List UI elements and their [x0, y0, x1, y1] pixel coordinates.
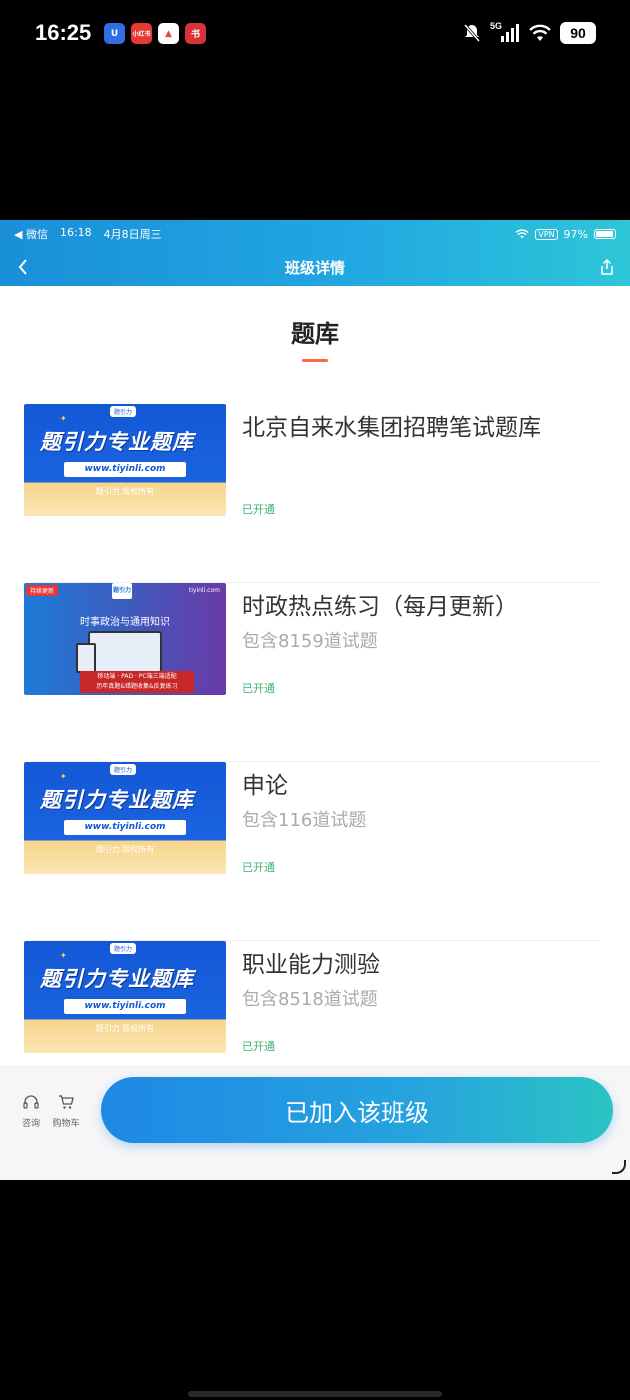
cellular-signal-icon	[501, 24, 519, 42]
network-type-label: 5G	[489, 21, 502, 31]
course-thumbnail: ✦ 题引力 题引力专业题库 www.tiyinli.com 题引力 版权所有	[24, 941, 226, 1053]
thumbnail-url: www.tiyinli.com	[64, 820, 186, 835]
inner-clock: 16:18	[59, 226, 92, 239]
question-bank-list: ✦ 题引力 题引力专业题库 www.tiyinli.com 题引力 版权所有 北…	[0, 404, 630, 1120]
wifi-icon	[529, 24, 551, 41]
wifi-icon	[515, 229, 529, 239]
item-title: 北京自来水集团招聘笔试题库	[242, 415, 541, 441]
notification-app-icons: U 小红书 ▲ 书	[104, 23, 206, 44]
item-title: 职业能力测验	[242, 952, 380, 978]
feature-banner: 移动端 · PAD · PC端三端适配 历年真题&错题收集&反复练习	[80, 671, 194, 693]
navigation-bar: 班级详情	[0, 250, 630, 284]
status-badge: 已开通	[242, 682, 275, 695]
brand-logo: 题引力	[112, 583, 132, 599]
return-to-app-link[interactable]: ◀ 微信	[14, 226, 48, 242]
phone-frame: 16:25 U 小红书 ▲ 书 5G 90 ◀ 微信 16:18 4月8日周三	[0, 0, 630, 1400]
course-thumbnail: 持续更新 题引力 tiyinli.com 时事政治与通用知识 移动端 · PAD…	[24, 583, 226, 695]
title-underline	[302, 359, 328, 362]
joined-class-button[interactable]: 已加入该班级	[101, 1077, 613, 1143]
loading-spinner-icon	[612, 1160, 626, 1174]
status-badge: 已开通	[242, 503, 275, 516]
item-question-count: 包含8159道试题	[242, 631, 378, 652]
system-status-bar: 16:25 U 小红书 ▲ 书 5G 90	[0, 0, 630, 70]
item-title: 时政热点练习（每月更新）	[242, 594, 518, 620]
app-screen: ◀ 微信 16:18 4月8日周三 VPN 97% 班级详情 题库 ✦ 题引力 …	[0, 220, 630, 1180]
course-thumbnail: ✦ 题引力 题引力专业题库 www.tiyinli.com 题引力 版权所有	[24, 762, 226, 874]
cart-icon	[59, 1095, 74, 1109]
consult-label: 咨询	[21, 1119, 40, 1129]
page-title: 班级详情	[284, 258, 345, 277]
update-tag: 持续更新	[26, 585, 59, 596]
xiaohongshu-icon: 小红书	[131, 23, 152, 44]
battery-icon	[594, 229, 616, 239]
list-item[interactable]: 持续更新 题引力 tiyinli.com 时事政治与通用知识 移动端 · PAD…	[24, 582, 600, 762]
chevron-left-icon	[18, 259, 27, 275]
thumbnail-copyright: 题引力 版权所有	[95, 487, 155, 496]
mute-bell-icon	[463, 24, 481, 42]
system-indicators: 5G 90	[462, 21, 596, 44]
list-item[interactable]: ✦ 题引力 题引力专业题库 www.tiyinli.com 题引力 版权所有 北…	[24, 404, 600, 583]
share-icon	[601, 259, 613, 275]
item-title: 申论	[242, 773, 288, 799]
inner-date: 4月8日周三	[103, 228, 162, 241]
list-item[interactable]: ✦ 题引力 题引力专业题库 www.tiyinli.com 题引力 版权所有 申…	[24, 761, 600, 941]
battery-indicator: 90	[560, 22, 596, 44]
redbook-app-icon: 书	[185, 23, 206, 44]
devices-illustration	[76, 631, 162, 673]
star-icon: ✦	[60, 414, 67, 423]
thumbnail-url: www.tiyinli.com	[64, 462, 186, 477]
status-badge: 已开通	[242, 861, 275, 874]
course-thumbnail: ✦ 题引力 题引力专业题库 www.tiyinli.com 题引力 版权所有	[24, 404, 226, 516]
headset-icon	[23, 1095, 39, 1109]
thumbnail-copyright: 题引力 版权所有	[95, 1024, 155, 1033]
inner-status-bar: ◀ 微信 16:18 4月8日周三 VPN 97%	[14, 226, 616, 242]
thumbnail-site: tiyinli.com	[188, 587, 220, 594]
thumbnail-headline: 题引力专业题库	[40, 788, 194, 812]
item-question-count: 包含116道试题	[242, 810, 367, 831]
consult-button[interactable]: 咨询	[13, 1095, 49, 1129]
thumbnail-headline: 时事政治与通用知识	[80, 617, 170, 628]
cart-label: 购物车	[52, 1119, 80, 1129]
item-question-count: 包含8518道试题	[242, 989, 378, 1010]
vpn-badge: VPN	[535, 228, 558, 240]
app-header: ◀ 微信 16:18 4月8日周三 VPN 97% 班级详情	[0, 220, 630, 286]
thumbnail-headline: 题引力专业题库	[40, 967, 194, 991]
home-indicator[interactable]	[188, 1391, 442, 1397]
thumbnail-copyright: 题引力 版权所有	[95, 845, 155, 854]
status-badge: 已开通	[242, 1040, 275, 1053]
brand-logo: 题引力	[110, 764, 137, 775]
back-button[interactable]	[10, 254, 36, 280]
bottom-action-bar: 咨询 购物车 已加入该班级	[0, 1065, 630, 1180]
uu-app-icon: U	[104, 23, 125, 44]
share-button[interactable]	[594, 254, 620, 280]
thumbnail-url: www.tiyinli.com	[64, 999, 186, 1014]
inner-battery-percent: 97%	[563, 227, 588, 241]
star-icon: ✦	[60, 772, 67, 781]
cart-button[interactable]: 购物车	[48, 1095, 84, 1129]
brand-logo: 题引力	[110, 406, 137, 417]
triangle-app-icon: ▲	[158, 23, 179, 44]
star-icon: ✦	[60, 951, 67, 960]
section-title: 题库	[291, 320, 339, 348]
brand-logo: 题引力	[110, 943, 137, 954]
thumbnail-headline: 题引力专业题库	[40, 430, 194, 454]
system-clock: 16:25	[35, 20, 92, 45]
